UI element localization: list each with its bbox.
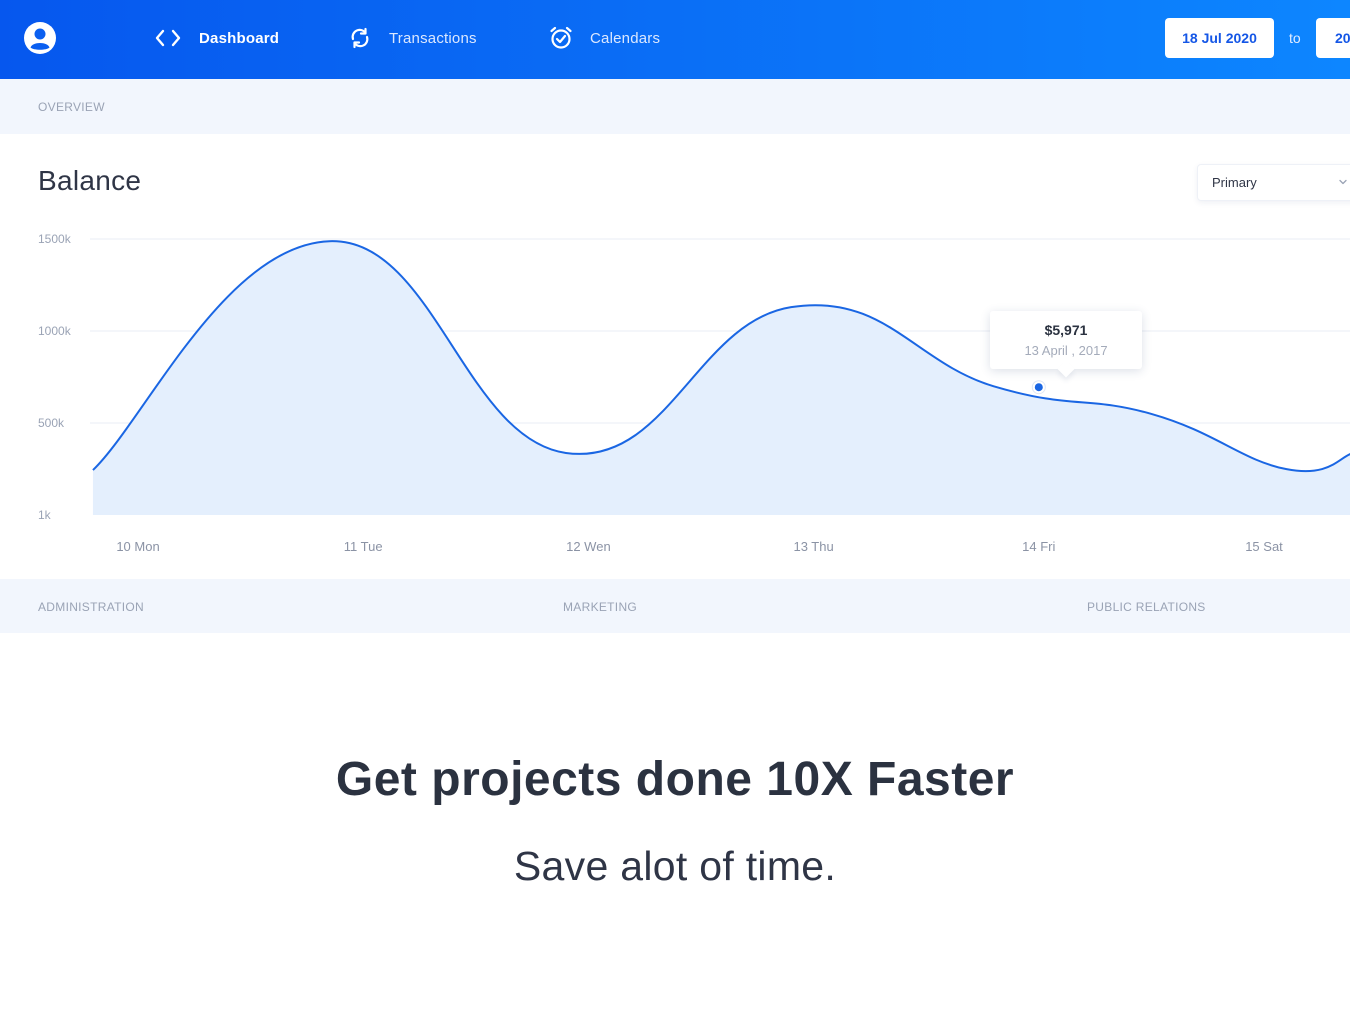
balance-title: Balance <box>38 165 142 196</box>
nav-item-calendars[interactable]: Calendars <box>548 22 660 54</box>
x-tick-label: 10 Mon <box>116 539 159 554</box>
highlight-point <box>1034 383 1043 392</box>
top-nav-bar: Dashboard Transactions Calendars 18 Jul … <box>0 0 1350 79</box>
hero-subtitle: Save alot of time. <box>513 843 837 889</box>
balance-chart: 1500k 1000k 500k 1k 10 Mon 11 Tue 12 Wen 13 Thu… <box>38 232 1350 554</box>
overview-header: OVERVIEW <box>0 79 1350 134</box>
dept-label-administration[interactable]: ADMINISTRATION <box>38 600 144 614</box>
alarm-clock-icon <box>548 25 574 51</box>
nav-item-label: Transactions <box>389 29 477 47</box>
x-tick-label: 14 Fri <box>1022 539 1055 554</box>
department-header: ADMINISTRATION MARKETING PUBLIC RELATION… <box>0 579 1350 633</box>
overview-label: OVERVIEW <box>38 100 105 114</box>
nav-item-label: Calendars <box>590 29 661 47</box>
x-tick-label: 15 Sat <box>1245 539 1283 554</box>
chevron-down-icon <box>1337 176 1349 191</box>
y-tick-label: 500k <box>38 416 65 430</box>
y-tick-label: 1k <box>38 508 52 522</box>
x-tick-label: 12 Wen <box>566 539 611 554</box>
code-brackets-icon <box>155 25 181 51</box>
user-avatar-icon[interactable] <box>23 21 57 55</box>
x-tick-label: 13 Thu <box>793 539 833 554</box>
date-to-button[interactable]: 20 <box>1316 18 1350 58</box>
tooltip-value: $5,971 <box>1044 322 1088 338</box>
account-select-value: Primary <box>1212 175 1257 190</box>
hero-title: Get projects done 10X Faster <box>335 753 1015 806</box>
chart-tooltip: $5,971 13 April , 2017 <box>990 311 1142 378</box>
nav-item-dashboard[interactable]: Dashboard <box>155 22 279 54</box>
area-fill <box>92 241 1350 515</box>
y-tick-label: 1000k <box>38 324 72 338</box>
date-range-separator: to <box>1289 30 1301 46</box>
y-tick-label: 1500k <box>38 232 72 246</box>
dept-label-marketing[interactable]: MARKETING <box>563 600 637 614</box>
nav-item-transactions[interactable]: Transactions <box>347 22 477 54</box>
account-select[interactable]: Primary <box>1197 164 1350 201</box>
refresh-icon <box>347 25 373 51</box>
x-tick-label: 11 Tue <box>344 539 383 554</box>
nav-item-label: Dashboard <box>199 29 280 47</box>
tooltip-date: 13 April , 2017 <box>1024 343 1108 358</box>
dept-label-public-relations[interactable]: PUBLIC RELATIONS <box>1087 600 1206 614</box>
date-from-button[interactable]: 18 Jul 2020 <box>1165 18 1274 58</box>
